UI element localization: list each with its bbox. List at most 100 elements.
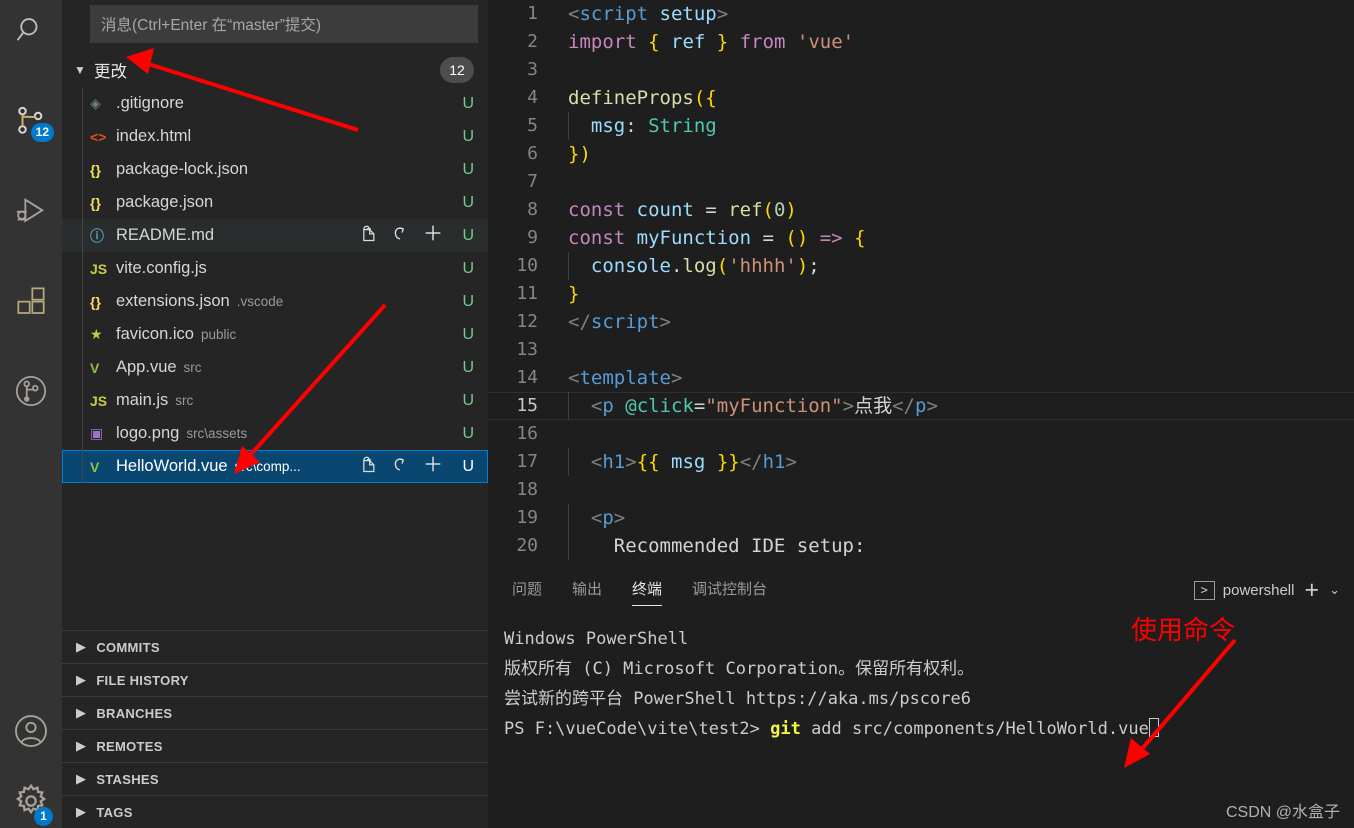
panel-tab[interactable]: 调试控制台 xyxy=(692,566,767,614)
open-file-icon[interactable] xyxy=(358,223,378,248)
code-text: } xyxy=(560,280,579,308)
activity-item-extensions[interactable] xyxy=(0,270,62,332)
file-row[interactable]: {} package.json U xyxy=(62,186,488,219)
code-line[interactable]: 9 const myFunction = () => { xyxy=(488,224,1354,252)
code-line[interactable]: 14 <template> xyxy=(488,364,1354,392)
sidebar-section-tags[interactable]: ▶ TAGS xyxy=(62,795,488,828)
code-line[interactable]: 20 Recommended IDE setup: xyxy=(488,532,1354,560)
code-token: script xyxy=(590,311,660,333)
sidebar-section-commits[interactable]: ▶ COMMITS xyxy=(62,630,488,663)
code-line[interactable]: 17 <h1>{{ msg }}</h1> xyxy=(488,448,1354,476)
sidebar-section-branches[interactable]: ▶ BRANCHES xyxy=(62,696,488,729)
code-text: }) xyxy=(560,140,591,168)
code-text: const count = ref(0) xyxy=(560,196,797,224)
terminal-selector[interactable]: > powershell xyxy=(1193,580,1294,600)
file-row[interactable]: ▣ logo.png src\assets U xyxy=(62,417,488,450)
file-row[interactable]: ★ favicon.ico public U xyxy=(62,318,488,351)
code-token: ref xyxy=(671,31,706,53)
section-label: STASHES xyxy=(96,771,159,787)
code-line[interactable]: 1 <script setup> xyxy=(488,0,1354,28)
new-terminal-button[interactable]: + xyxy=(1304,577,1319,603)
section-label: COMMITS xyxy=(96,639,160,655)
code-token: > xyxy=(613,507,626,529)
file-row[interactable]: {} extensions.json .vscode U xyxy=(62,285,488,318)
activity-item-run-debug[interactable] xyxy=(0,180,62,242)
file-row[interactable]: V HelloWorld.vue src\comp... U xyxy=(62,450,488,483)
code-token: @click xyxy=(625,395,694,417)
chevron-down-icon: ▼ xyxy=(74,63,86,77)
file-status-letter: U xyxy=(462,325,474,343)
discard-changes-icon[interactable] xyxy=(390,223,410,248)
stage-changes-icon[interactable] xyxy=(422,453,444,480)
open-file-icon[interactable] xyxy=(358,454,378,479)
file-status-letter: U xyxy=(462,391,474,409)
file-row[interactable]: {} package-lock.json U xyxy=(62,153,488,186)
activity-item-source-control[interactable]: 12 xyxy=(0,90,62,152)
panel-tab[interactable]: 终端 xyxy=(632,566,663,614)
file-row[interactable]: JS main.js src U xyxy=(62,384,488,417)
code-token: < xyxy=(590,395,603,417)
commit-message-input[interactable]: 消息(Ctrl+Enter 在“master”提交) xyxy=(90,5,478,43)
code-line[interactable]: 13 xyxy=(488,336,1354,364)
run-debug-icon xyxy=(14,194,48,228)
code-token: . xyxy=(670,255,683,277)
line-number: 14 xyxy=(516,367,538,388)
code-line[interactable]: 11} xyxy=(488,280,1354,308)
file-row[interactable]: V App.vue src U xyxy=(62,351,488,384)
changes-group-header[interactable]: ▼ 更改 12 xyxy=(62,53,488,87)
code-line[interactable]: 16 xyxy=(488,420,1354,448)
stage-changes-icon[interactable] xyxy=(422,222,444,249)
line-number: 17 xyxy=(516,451,538,472)
file-path: src xyxy=(175,393,194,408)
code-line[interactable]: 2 import { ref } from 'vue' xyxy=(488,28,1354,56)
panel-tab[interactable]: 问题 xyxy=(512,566,542,614)
code-line[interactable]: 7 xyxy=(488,168,1354,196)
git-graph-icon xyxy=(14,374,48,408)
code-line[interactable]: 4 defineProps({ xyxy=(488,84,1354,112)
code-token: = xyxy=(693,395,706,417)
code-line[interactable]: 19 <p> xyxy=(488,504,1354,532)
code-line[interactable]: 6}) xyxy=(488,140,1354,168)
file-name: extensions.json xyxy=(116,292,230,310)
line-number: 16 xyxy=(516,423,538,444)
code-token: from xyxy=(739,31,786,53)
code-token: > xyxy=(670,367,683,389)
line-number: 8 xyxy=(527,199,538,220)
file-row[interactable]: JS vite.config.js U xyxy=(62,252,488,285)
code-line[interactable]: 3 xyxy=(488,56,1354,84)
sidebar-section-remotes[interactable]: ▶ REMOTES xyxy=(62,729,488,762)
file-row[interactable]: ⓘ README.md U xyxy=(62,219,488,252)
code-token: < xyxy=(590,451,603,473)
activity-item-git-graph[interactable] xyxy=(0,360,62,422)
file-name: logo.png xyxy=(116,424,180,442)
panel-tab[interactable]: 输出 xyxy=(572,566,602,614)
tree-guide-line xyxy=(82,318,83,351)
code-line[interactable]: 8 const count = ref(0) xyxy=(488,196,1354,224)
code-editor[interactable]: 1 <script setup> 2 import { ref } from 'vue… xyxy=(488,0,1354,566)
sidebar-section-file-history[interactable]: ▶ FILE HISTORY xyxy=(62,663,488,696)
file-row[interactable]: <> index.html U xyxy=(62,120,488,153)
code-line[interactable]: 10 console.log('hhhh'); xyxy=(488,252,1354,280)
code-line[interactable]: 15 <p @click="myFunction">点我</p> xyxy=(488,392,1354,420)
panel-tab-bar: 问题 输出 终端 调试控制台 > powershell + ⌄ xyxy=(488,566,1354,614)
tree-guide-line xyxy=(82,417,83,450)
panel-chevron-down-icon[interactable]: ⌄ xyxy=(1329,582,1340,598)
file-row[interactable]: ◈ .gitignore U xyxy=(62,87,488,120)
discard-changes-icon[interactable] xyxy=(390,454,410,479)
activity-item-settings[interactable]: 1 xyxy=(0,770,62,828)
sidebar-section-stashes[interactable]: ▶ STASHES xyxy=(62,762,488,795)
activity-item-search[interactable] xyxy=(0,0,62,62)
tree-guide-line xyxy=(82,252,83,285)
bottom-panel: 问题 输出 终端 调试控制台 > powershell + ⌄ Windows Pow… xyxy=(488,566,1354,828)
code-line[interactable]: 12 </script> xyxy=(488,308,1354,336)
changes-count-badge: 12 xyxy=(440,57,474,83)
line-number: 6 xyxy=(527,143,538,164)
code-line[interactable]: 5 msg: String xyxy=(488,112,1354,140)
activity-item-accounts[interactable] xyxy=(0,700,62,762)
code-line[interactable]: 18 xyxy=(488,476,1354,504)
